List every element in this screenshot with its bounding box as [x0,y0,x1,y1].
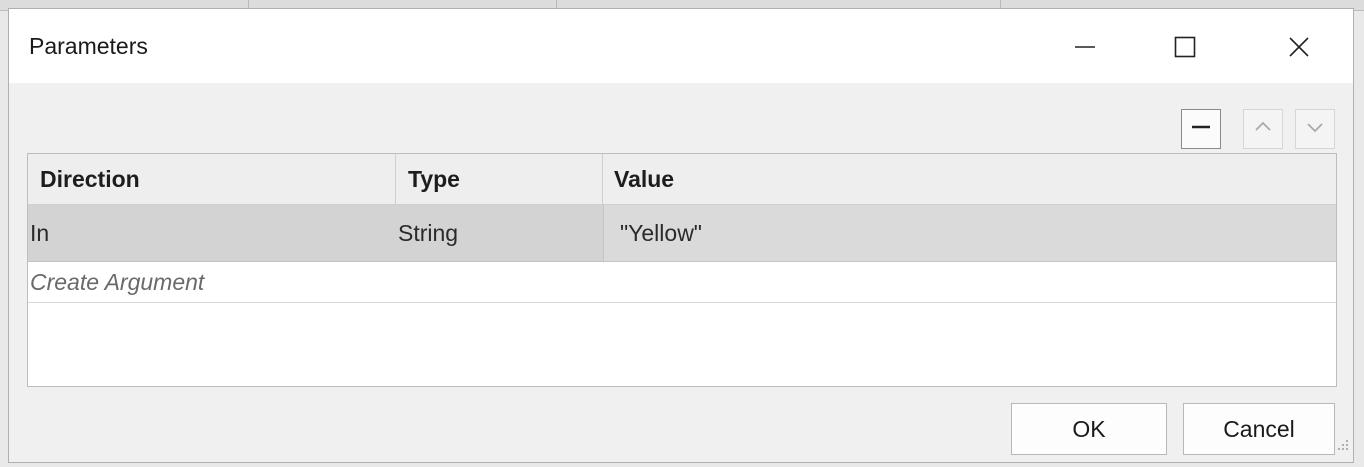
column-header-direction[interactable]: Direction [40,154,390,204]
minimize-button[interactable] [1057,25,1113,69]
type-cell[interactable]: String [398,205,598,261]
chevron-down-icon [1304,116,1326,143]
move-down-button[interactable] [1295,109,1335,149]
table-row[interactable]: In String "Yellow" [28,205,1336,262]
column-header-type[interactable]: Type [408,154,598,204]
create-argument-placeholder[interactable]: Create Argument [30,262,630,302]
column-divider[interactable] [602,154,603,204]
parameters-dialog: Parameters Direction Type Value In Strin… [8,8,1354,463]
ok-button[interactable]: OK [1011,403,1167,455]
dialog-title: Parameters [29,33,148,59]
value-cell-container[interactable]: "Yellow" [603,205,1336,261]
grid-header: Direction Type Value [28,154,1336,205]
close-button[interactable] [1271,25,1327,69]
value-cell[interactable]: "Yellow" [620,205,1320,261]
maximize-icon [1173,35,1197,59]
cancel-button[interactable]: Cancel [1183,403,1335,455]
move-up-button[interactable] [1243,109,1283,149]
close-icon [1287,35,1311,59]
maximize-button[interactable] [1157,25,1213,69]
create-argument-row[interactable]: Create Argument [28,262,1336,303]
minimize-icon [1073,35,1097,59]
column-header-value[interactable]: Value [614,154,1314,204]
arguments-grid: Direction Type Value In String "Yellow" … [27,153,1337,387]
minus-icon [1190,116,1212,143]
column-divider[interactable] [395,154,396,204]
direction-cell[interactable]: In [30,205,390,261]
resize-grip-icon[interactable] [1335,437,1349,456]
chevron-up-icon [1252,116,1274,143]
title-bar: Parameters [9,9,1353,83]
remove-argument-button[interactable] [1181,109,1221,149]
